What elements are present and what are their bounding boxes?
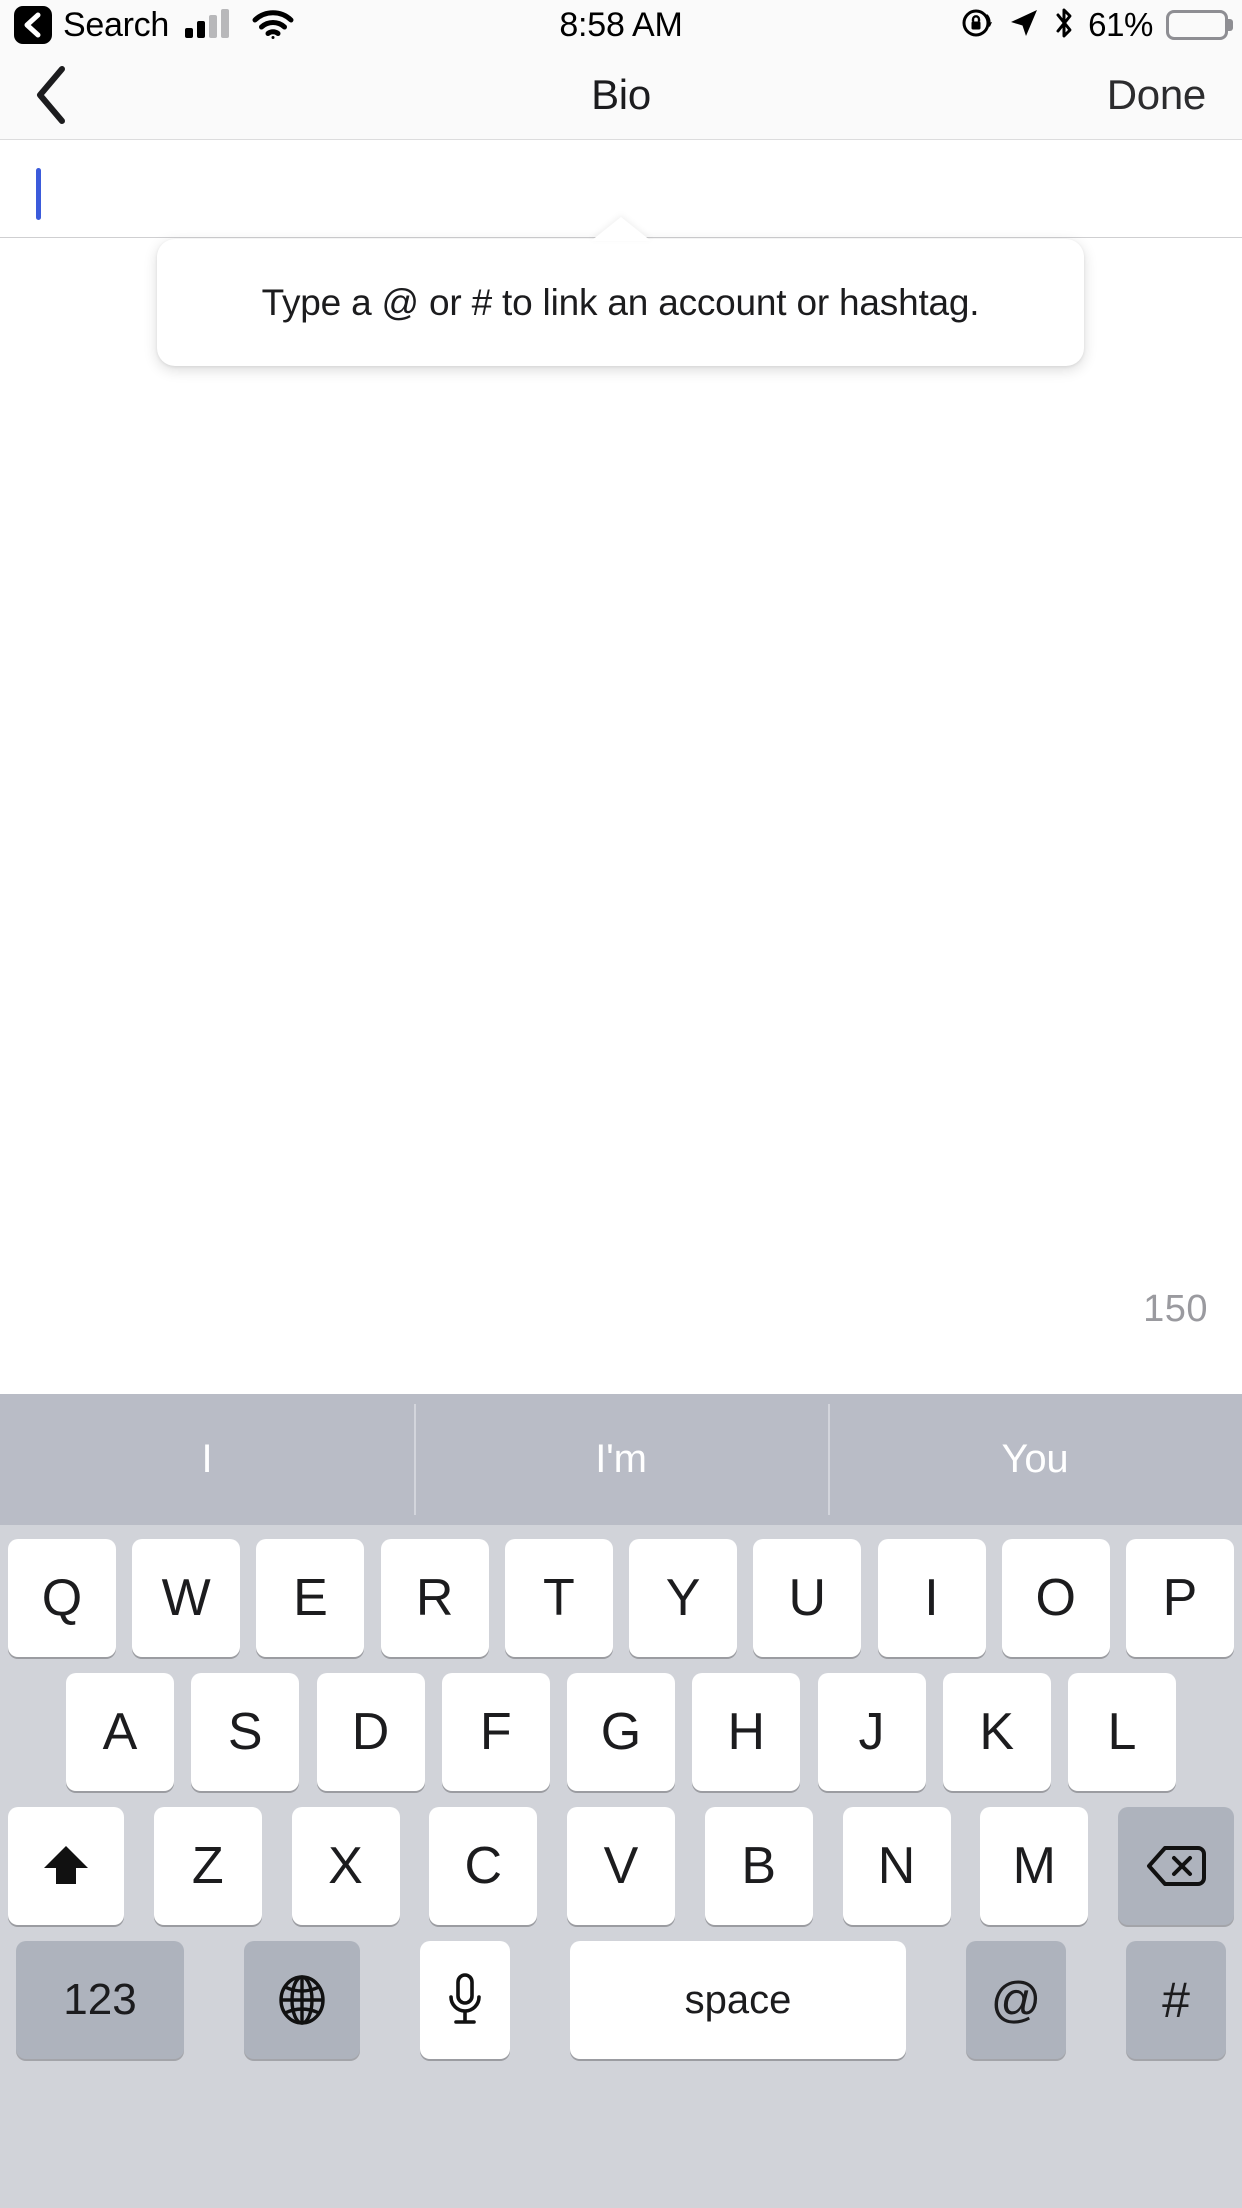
key-k[interactable]: K xyxy=(942,1673,1051,1791)
keyboard-row-2: A S D F G H J K L xyxy=(0,1673,1242,1791)
predictive-text-bar: I I'm You xyxy=(0,1394,1242,1525)
space-key[interactable]: space xyxy=(570,1941,906,2059)
prediction-item[interactable]: I'm xyxy=(414,1394,828,1525)
key-f[interactable]: F xyxy=(441,1673,550,1791)
page-title: Bio xyxy=(591,70,651,118)
navigation-bar: Bio Done xyxy=(0,50,1242,140)
keyboard-row-4: 123 space @ # xyxy=(0,1941,1242,2059)
key-q[interactable]: Q xyxy=(8,1539,116,1657)
location-arrow-icon xyxy=(1008,7,1040,44)
hint-tooltip: Type a @ or # to link an account or hash… xyxy=(157,239,1084,366)
hashtag-key[interactable]: # xyxy=(1126,1941,1226,2059)
key-y[interactable]: Y xyxy=(629,1539,738,1657)
key-l[interactable]: L xyxy=(1068,1673,1176,1791)
dictation-key[interactable] xyxy=(420,1941,510,2059)
status-bar: Search 8:58 AM 61% xyxy=(0,0,1242,50)
key-h[interactable]: H xyxy=(692,1673,801,1791)
key-u[interactable]: U xyxy=(753,1539,862,1657)
key-i[interactable]: I xyxy=(877,1539,986,1657)
shift-key[interactable] xyxy=(8,1807,124,1925)
key-b[interactable]: B xyxy=(704,1807,813,1925)
onscreen-keyboard: I I'm You Q W E R T Y U I O P A S D F G … xyxy=(0,1394,1242,2208)
language-globe-key[interactable] xyxy=(244,1941,360,2059)
key-z[interactable]: Z xyxy=(153,1807,262,1925)
numeric-mode-key[interactable]: 123 xyxy=(16,1941,184,2059)
prediction-item[interactable]: You xyxy=(828,1394,1242,1525)
key-x[interactable]: X xyxy=(291,1807,400,1925)
key-d[interactable]: D xyxy=(316,1673,425,1791)
battery-icon xyxy=(1166,10,1233,40)
text-cursor xyxy=(36,168,41,220)
key-v[interactable]: V xyxy=(567,1807,675,1925)
globe-language-icon xyxy=(279,1975,325,2025)
key-g[interactable]: G xyxy=(567,1673,675,1791)
key-a[interactable]: A xyxy=(66,1673,174,1791)
status-bar-right: 61% xyxy=(961,6,1233,45)
key-e[interactable]: E xyxy=(256,1539,365,1657)
tooltip-arrow-icon xyxy=(591,217,651,241)
keyboard-row-1: Q W E R T Y U I O P xyxy=(0,1539,1242,1657)
battery-percentage: 61% xyxy=(1088,6,1153,43)
done-button[interactable]: Done xyxy=(1107,71,1207,119)
key-s[interactable]: S xyxy=(191,1673,300,1791)
character-counter: 150 xyxy=(1143,1288,1208,1330)
key-t[interactable]: T xyxy=(504,1539,613,1657)
key-n[interactable]: N xyxy=(842,1807,951,1925)
key-m[interactable]: M xyxy=(980,1807,1089,1925)
backspace-delete-icon xyxy=(1147,1846,1206,1886)
delete-key[interactable] xyxy=(1118,1807,1234,1925)
key-c[interactable]: C xyxy=(429,1807,538,1925)
at-sign-key[interactable]: @ xyxy=(966,1941,1066,2059)
shift-arrow-up-icon xyxy=(44,1846,88,1884)
key-w[interactable]: W xyxy=(132,1539,241,1657)
key-o[interactable]: O xyxy=(1001,1539,1110,1657)
phone-screen: Search 8:58 AM 61% Bio Done Type a @ or … xyxy=(0,0,1242,2208)
key-p[interactable]: P xyxy=(1125,1539,1234,1657)
key-j[interactable]: J xyxy=(817,1673,926,1791)
bluetooth-icon xyxy=(1053,6,1075,45)
prediction-item[interactable]: I xyxy=(0,1394,414,1525)
keyboard-row-3: Z X C V B N M xyxy=(0,1807,1242,1925)
key-r[interactable]: R xyxy=(380,1539,489,1657)
tooltip-text: Type a @ or # to link an account or hash… xyxy=(261,281,980,323)
microphone-icon xyxy=(449,1973,481,2024)
rotation-lock-icon xyxy=(961,6,995,45)
